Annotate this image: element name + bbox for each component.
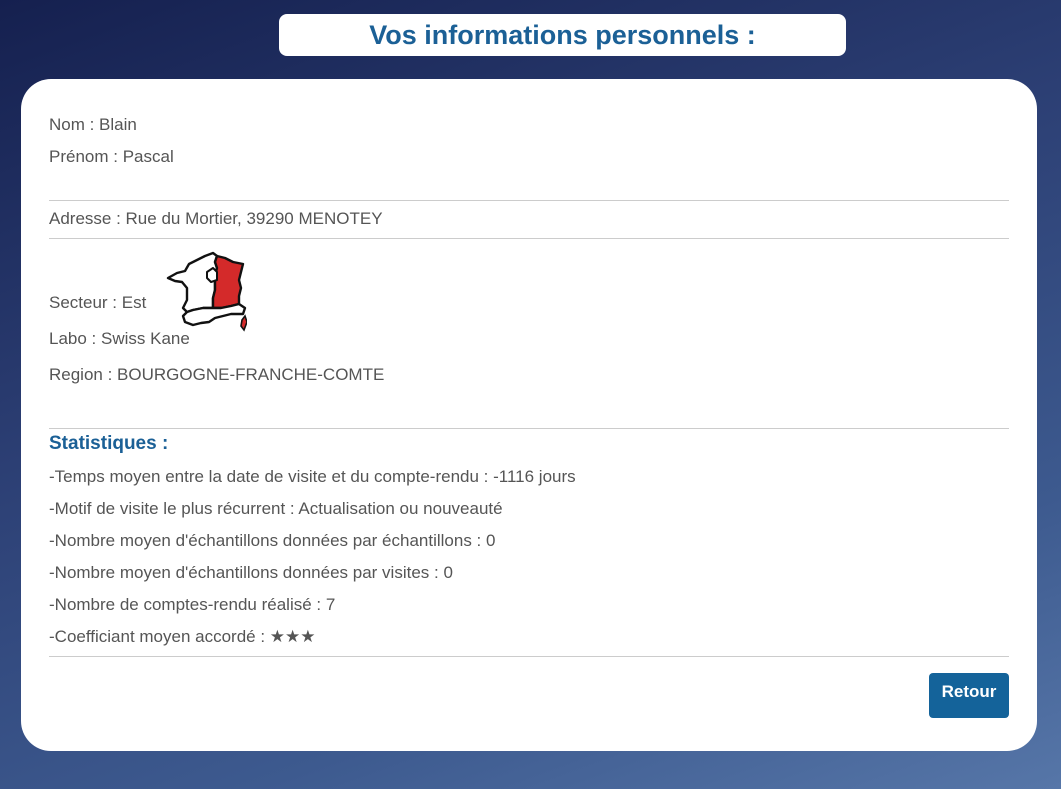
france-map-paris-area bbox=[206, 267, 218, 283]
stat-line: -Nombre moyen d'échantillons données par… bbox=[49, 531, 496, 550]
page-title: Vos informations personnels : bbox=[369, 19, 756, 50]
adresse-field: Adresse : Rue du Mortier, 39290 MENOTEY bbox=[49, 209, 383, 228]
divider bbox=[49, 238, 1009, 239]
back-button[interactable]: Retour bbox=[929, 673, 1009, 718]
stat-line-coefficient: -Coefficiant moyen accordé : ★★★ bbox=[49, 627, 316, 646]
region-field: Region : BOURGOGNE-FRANCHE-COMTE bbox=[49, 365, 385, 384]
france-map-east bbox=[211, 254, 245, 310]
prenom-field: Prénom : Pascal bbox=[49, 147, 174, 166]
secteur-field: Secteur : Est bbox=[49, 293, 147, 312]
nom-field: Nom : Blain bbox=[49, 115, 137, 134]
stat-line: -Nombre moyen d'échantillons données par… bbox=[49, 563, 453, 582]
france-map-icon bbox=[166, 251, 247, 332]
statistics-title: Statistiques : bbox=[49, 433, 169, 454]
divider bbox=[49, 656, 1009, 657]
info-card: Nom : Blain Prénom : Pascal Adresse : Ru… bbox=[21, 79, 1037, 751]
france-map-corsica bbox=[240, 314, 247, 332]
divider bbox=[49, 428, 1009, 429]
stat-line: -Nombre de comptes-rendu réalisé : 7 bbox=[49, 595, 336, 614]
stat-line: -Temps moyen entre la date de visite et … bbox=[49, 467, 576, 486]
labo-field: Labo : Swiss Kane bbox=[49, 329, 190, 348]
stat-line: -Motif de visite le plus récurrent : Act… bbox=[49, 499, 503, 518]
divider bbox=[49, 200, 1009, 201]
title-box: Vos informations personnels : bbox=[279, 14, 846, 56]
france-map-west bbox=[166, 251, 219, 314]
